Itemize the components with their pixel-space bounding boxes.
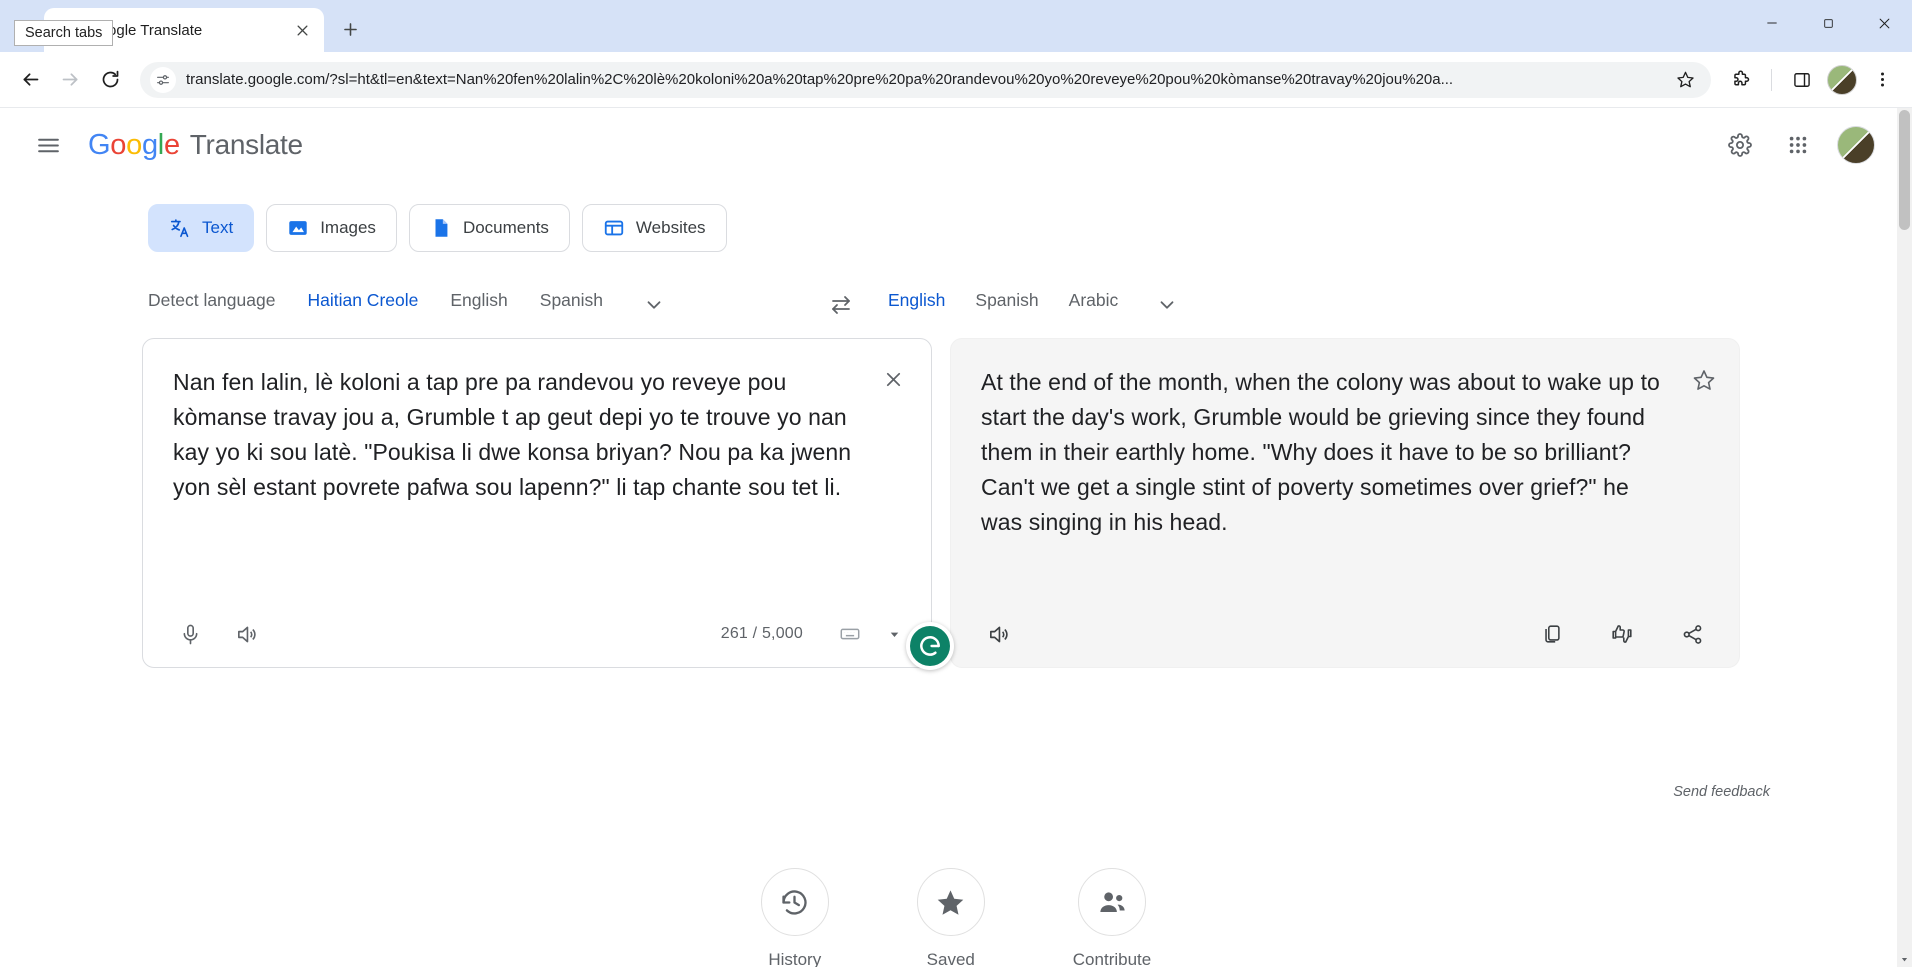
- tab-title: Google Translate: [88, 22, 280, 39]
- history-label: History: [768, 950, 821, 967]
- tab-documents-label: Documents: [463, 218, 549, 238]
- account-avatar[interactable]: [1834, 123, 1878, 167]
- google-translate-logo[interactable]: Google Translate: [88, 129, 303, 162]
- window-controls: [1744, 0, 1912, 46]
- target-lang-arabic[interactable]: Arabic: [1069, 290, 1119, 321]
- split-view-button[interactable]: [1784, 62, 1820, 98]
- maximize-button[interactable]: [1800, 0, 1856, 46]
- chrome-menu-button[interactable]: [1864, 62, 1900, 98]
- minimize-button[interactable]: [1744, 0, 1800, 46]
- send-feedback-link[interactable]: Send feedback: [1673, 784, 1770, 800]
- target-lang-spanish[interactable]: Spanish: [975, 290, 1038, 321]
- source-text-area[interactable]: Nan fen lalin, lè koloni a tap pre pa ra…: [143, 339, 931, 601]
- toolbar-divider: [1771, 69, 1772, 91]
- bookmark-star-icon[interactable]: [1671, 66, 1699, 94]
- close-window-button[interactable]: [1856, 0, 1912, 46]
- scrollbar-thumb[interactable]: [1899, 110, 1910, 230]
- tab-websites-label: Websites: [636, 218, 706, 238]
- thumbs-up-down-icon[interactable]: [1601, 613, 1643, 655]
- clear-source-close-icon[interactable]: [875, 361, 911, 397]
- source-language-tabs: Detect language Haitian Creole English S…: [0, 288, 812, 322]
- logo-letter-g1: G: [88, 129, 110, 162]
- back-button[interactable]: [12, 62, 48, 98]
- tab-images[interactable]: Images: [266, 204, 397, 252]
- source-lang-chevron-down-icon[interactable]: [637, 288, 671, 322]
- keyboard-caret-down-icon[interactable]: [883, 617, 905, 651]
- grammarly-badge: [906, 622, 954, 670]
- profile-avatar: [1827, 65, 1857, 95]
- star-filled-icon: [917, 868, 985, 936]
- target-lang-english[interactable]: English: [888, 290, 945, 321]
- share-icon[interactable]: [1671, 613, 1713, 655]
- reload-button[interactable]: [92, 62, 128, 98]
- keyboard-icon[interactable]: [833, 617, 867, 651]
- character-counter: 261 / 5,000: [721, 625, 803, 643]
- source-panel: Nan fen lalin, lè koloni a tap pre pa ra…: [142, 338, 932, 668]
- logo-letter-o1: o: [110, 129, 126, 162]
- target-language-tabs: English Spanish Arabic: [888, 288, 1912, 322]
- scroll-down-arrow-icon[interactable]: [1897, 952, 1912, 967]
- logo-letter-o2: o: [126, 129, 142, 162]
- logo-word-translate: Translate: [190, 129, 303, 161]
- target-speaker-icon[interactable]: [977, 613, 1019, 655]
- extensions-button[interactable]: [1723, 62, 1759, 98]
- microphone-icon[interactable]: [169, 613, 211, 655]
- tab-documents[interactable]: Documents: [409, 204, 570, 252]
- contribute-label: Contribute: [1073, 950, 1151, 967]
- source-speaker-icon[interactable]: [225, 613, 267, 655]
- app-header: Google Translate: [0, 108, 1912, 182]
- tab-close-button[interactable]: [290, 18, 314, 42]
- browser-toolbar: translate.google.com/?sl=ht&tl=en&text=N…: [0, 52, 1912, 108]
- forward-button[interactable]: [52, 62, 88, 98]
- people-group-icon: [1078, 868, 1146, 936]
- source-panel-footer: 261 / 5,000: [143, 601, 931, 667]
- target-panel-footer: [951, 601, 1739, 667]
- profile-button[interactable]: [1824, 62, 1860, 98]
- tab-text-label: Text: [202, 218, 233, 238]
- new-tab-button[interactable]: [330, 9, 370, 49]
- tab-websites[interactable]: Websites: [582, 204, 727, 252]
- site-settings-icon[interactable]: [150, 67, 176, 93]
- target-panel: At the end of the month, when the colony…: [950, 338, 1740, 668]
- mode-tabs: Text Images Documents Websites: [0, 182, 1912, 252]
- logo-letter-g2: g: [142, 129, 158, 162]
- tab-strip: G \u6587 Google Translate Search tabs: [0, 0, 1912, 52]
- url-text: translate.google.com/?sl=ht&tl=en&text=N…: [186, 71, 1661, 88]
- grammarly-icon[interactable]: [906, 622, 954, 670]
- swap-languages-icon[interactable]: [818, 282, 864, 328]
- gear-icon[interactable]: [1718, 123, 1762, 167]
- history-clock-icon: [761, 868, 829, 936]
- source-lang-spanish[interactable]: Spanish: [540, 290, 603, 321]
- target-text-area: At the end of the month, when the colony…: [951, 339, 1739, 601]
- target-lang-chevron-down-icon[interactable]: [1150, 288, 1184, 322]
- google-apps-grid-icon[interactable]: [1776, 123, 1820, 167]
- history-button[interactable]: History: [761, 868, 829, 967]
- hamburger-menu-icon[interactable]: [24, 121, 72, 169]
- source-lang-haitian-creole[interactable]: Haitian Creole: [307, 290, 418, 321]
- grammarly-circle: [910, 626, 950, 666]
- copy-icon[interactable]: [1531, 613, 1573, 655]
- footer-actions: History Saved Contribute: [0, 868, 1912, 967]
- saved-label: Saved: [927, 950, 975, 967]
- page-scrollbar[interactable]: [1897, 108, 1912, 967]
- app-header-actions: [1718, 123, 1888, 167]
- tab-text[interactable]: Text: [148, 204, 254, 252]
- source-text: Nan fen lalin, lè koloni a tap pre pa ra…: [173, 365, 861, 505]
- translation-panels: Nan fen lalin, lè koloni a tap pre pa ra…: [0, 328, 1912, 668]
- source-lang-detect[interactable]: Detect language: [148, 290, 275, 321]
- save-translation-star-icon[interactable]: [1685, 361, 1723, 399]
- address-bar[interactable]: translate.google.com/?sl=ht&tl=en&text=N…: [140, 62, 1711, 98]
- tab-images-label: Images: [320, 218, 376, 238]
- browser-window: G \u6587 Google Translate Search tabs: [0, 0, 1912, 967]
- avatar-image: [1837, 126, 1875, 164]
- logo-letter-e1: e: [164, 129, 180, 162]
- target-actions: [1531, 613, 1713, 655]
- saved-button[interactable]: Saved: [917, 868, 985, 967]
- source-lang-english[interactable]: English: [450, 290, 507, 321]
- contribute-button[interactable]: Contribute: [1073, 868, 1151, 967]
- language-selector-row: Detect language Haitian Creole English S…: [0, 252, 1912, 328]
- search-tabs-tooltip: Search tabs: [14, 20, 113, 46]
- page-content: Google Translate Text: [0, 108, 1912, 967]
- translated-text: At the end of the month, when the colony…: [981, 365, 1663, 540]
